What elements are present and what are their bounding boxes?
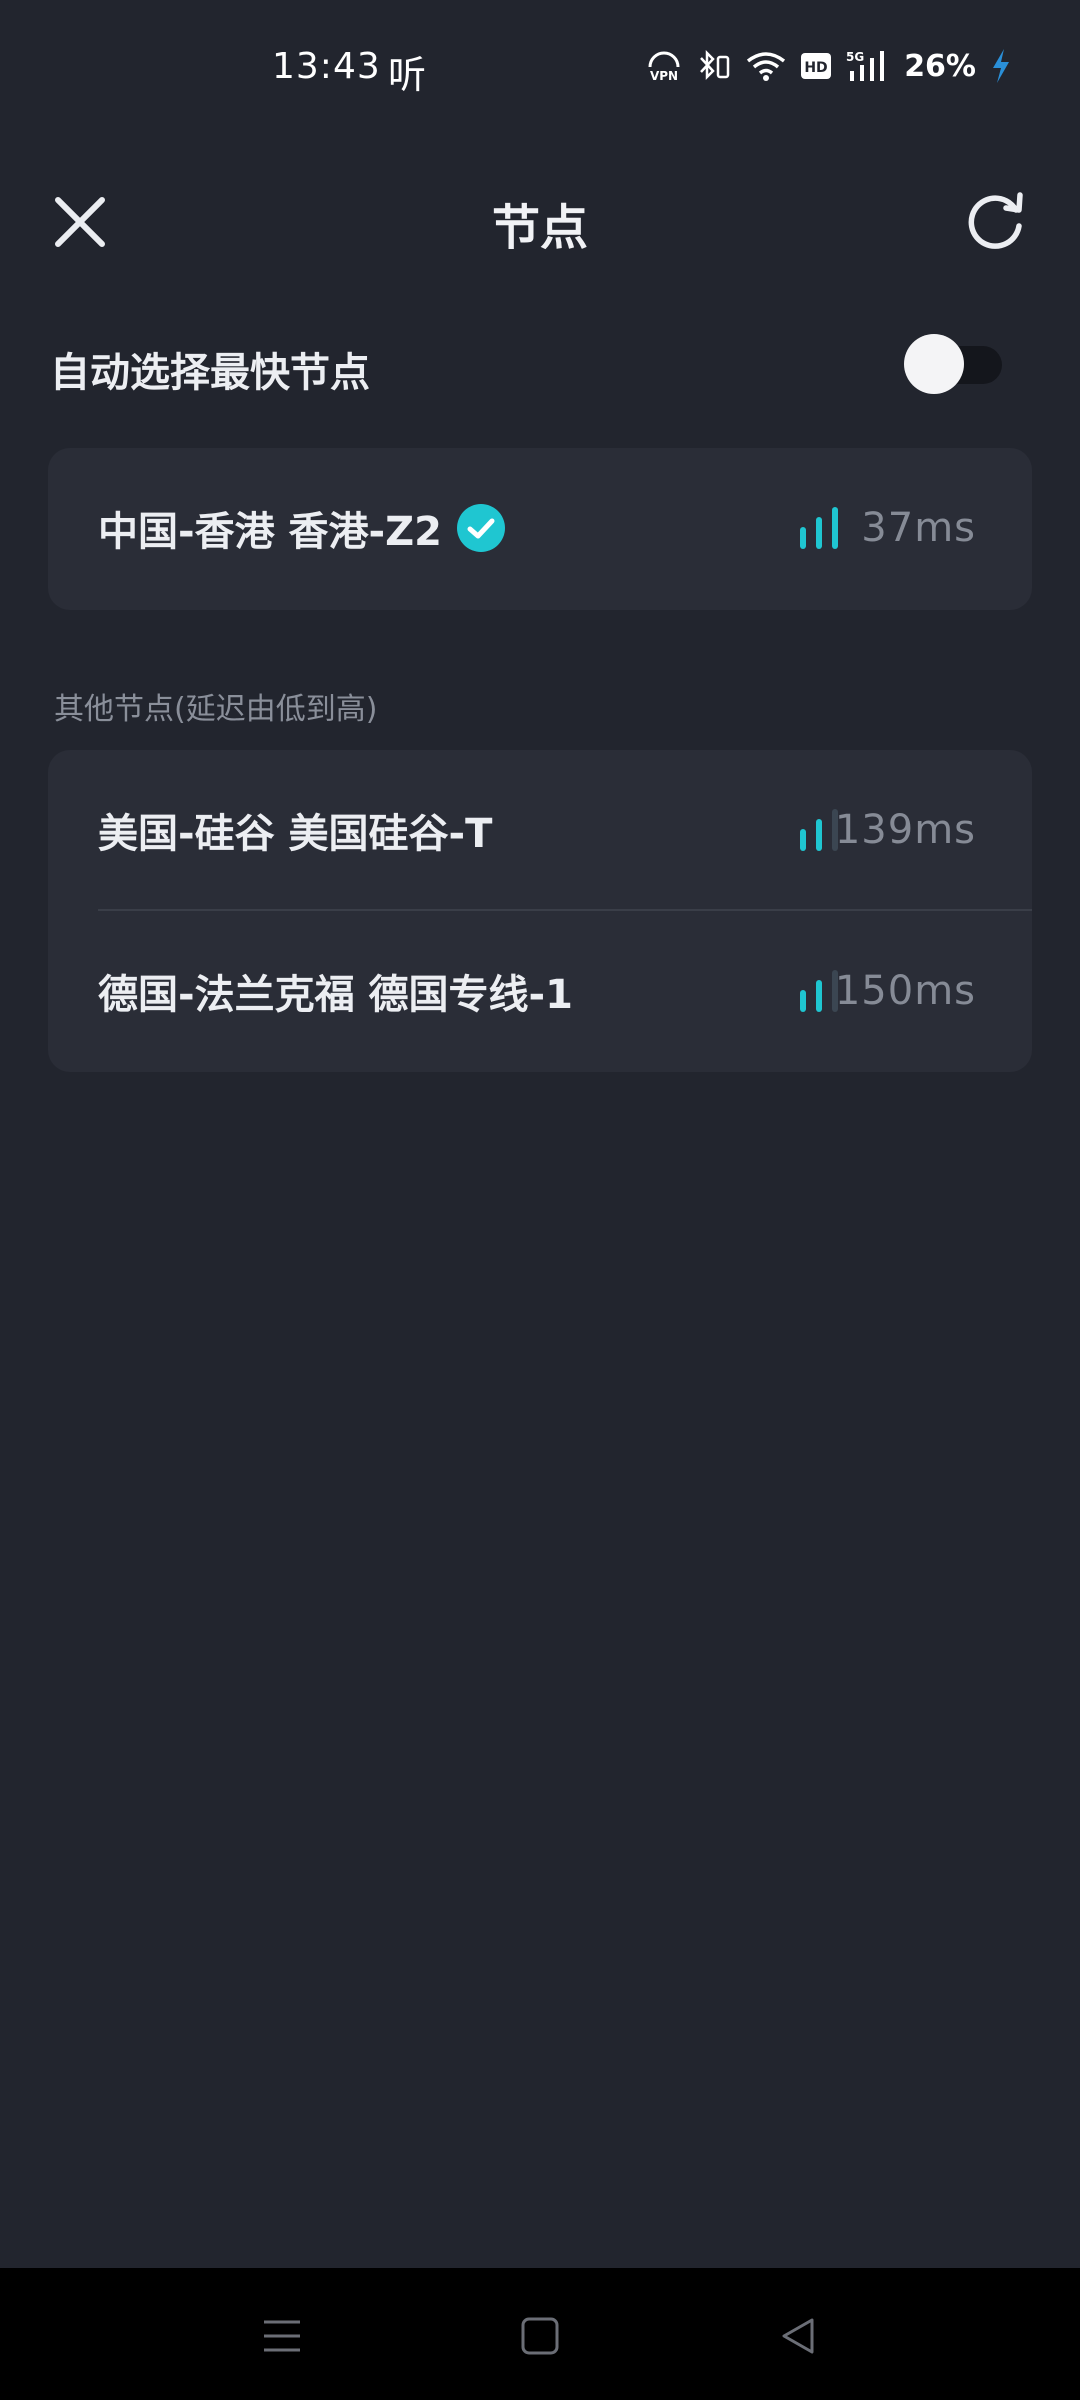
node-latency: 139ms (834, 807, 976, 853)
node-name: 德国-法兰克福 德国专线-1 (98, 972, 573, 1018)
refresh-icon (968, 192, 1023, 249)
signal-strength-icon (800, 507, 838, 549)
header: 节点 (0, 160, 1080, 280)
home-button[interactable] (516, 2312, 564, 2360)
check-icon (456, 504, 505, 552)
auto-select-toggle[interactable] (904, 334, 1002, 394)
node-name: 中国-香港 香港-Z2 (98, 509, 442, 555)
node-name-wrap: 中国-香港 香港-Z2 (98, 499, 506, 557)
system-nav-bar (0, 2268, 1080, 2400)
node-row[interactable]: 德国-法兰克福 德国专线-1 150ms (48, 911, 1032, 1071)
status-time: 13:43 (272, 46, 381, 87)
auto-select-row: 自动选择最快节点 (50, 326, 1002, 410)
back-icon (782, 2318, 814, 2354)
vpn-icon: VPN (646, 49, 682, 83)
page-title: 节点 (491, 200, 588, 256)
svg-text:5G: 5G (846, 50, 864, 64)
home-icon (521, 2317, 559, 2355)
svg-text:VPN: VPN (650, 69, 678, 83)
node-latency: 150ms (834, 968, 976, 1014)
bluetooth-icon (696, 49, 732, 83)
charging-icon (990, 48, 1012, 84)
back-button[interactable] (774, 2312, 822, 2360)
node-row[interactable]: 美国-硅谷 美国硅谷-T 139ms (48, 750, 1032, 910)
toggle-knob (904, 334, 964, 394)
refresh-button[interactable] (962, 186, 1030, 254)
node-name: 美国-硅谷 美国硅谷-T (98, 811, 493, 857)
node-latency: 37ms (861, 505, 976, 551)
current-node-row[interactable]: 中国-香港 香港-Z2 37ms (48, 448, 1032, 608)
recents-button[interactable] (258, 2312, 306, 2360)
svg-text:HD: HD (805, 60, 828, 76)
listen-app-icon: 听 (388, 53, 427, 97)
wifi-icon (746, 50, 786, 82)
battery-percent: 26% (904, 48, 976, 84)
other-nodes-card: 美国-硅谷 美国硅谷-T 139ms 德国-法兰克福 德国专线-1 150ms (48, 750, 1032, 1072)
auto-select-label: 自动选择最快节点 (50, 350, 370, 396)
status-bar: 13:43 听 VPN HD 5G 26% (0, 0, 1080, 140)
hd-icon: HD (800, 51, 832, 81)
current-node-card: 中国-香港 香港-Z2 37ms (48, 448, 1032, 610)
status-icons: VPN HD 5G 26% (646, 48, 1012, 84)
5g-signal-icon: 5G (846, 49, 890, 83)
section-label: 其他节点(延迟由低到高) (54, 692, 378, 727)
menu-icon (264, 2320, 300, 2352)
